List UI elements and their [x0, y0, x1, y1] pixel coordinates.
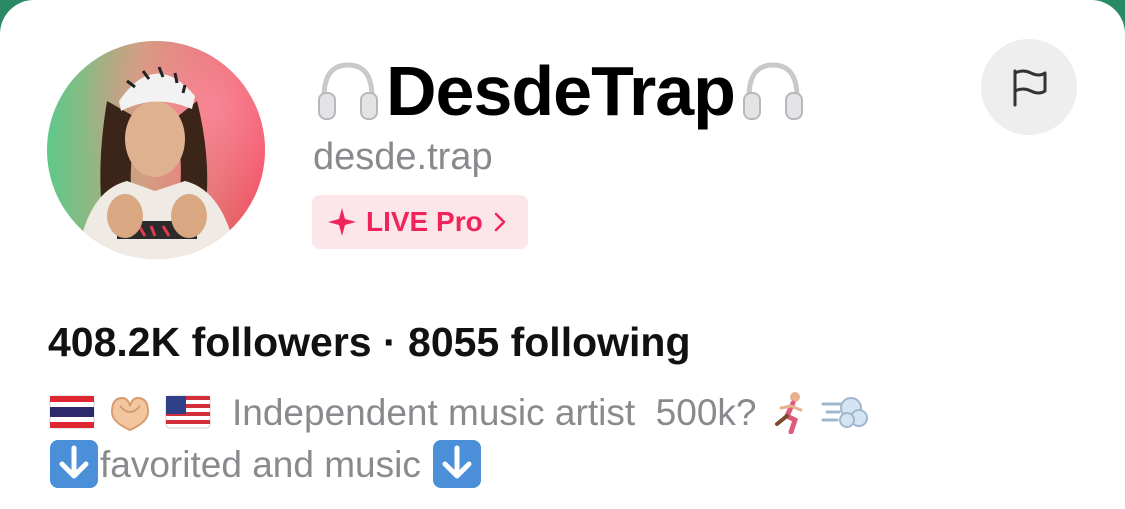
running-man-icon: [774, 392, 802, 434]
display-name-row: DesdeTrap: [314, 48, 807, 134]
chevron-right-icon: [494, 212, 505, 232]
dash-icon: [821, 397, 868, 428]
headphones-icon: [318, 62, 378, 120]
heart-hands-icon: [110, 396, 150, 432]
username-handle: desde.trap: [313, 136, 493, 178]
bio-line-2: favorited and music: [48, 438, 483, 490]
bio-line-2-text: favorited and music: [100, 443, 421, 485]
profile-card: DesdeTrap desde.trap LIVE Pro 408.2K fol…: [0, 0, 1125, 509]
report-button[interactable]: [981, 39, 1077, 135]
display-name: DesdeTrap: [386, 52, 736, 130]
down-arrow-icon: [50, 440, 98, 488]
bio-line-1: Independent music artist 500k?: [48, 390, 869, 434]
down-arrow-icon: [432, 440, 481, 488]
sparkle-icon: [328, 208, 356, 236]
usa-flag-icon: [165, 395, 211, 429]
follow-stats[interactable]: 408.2K followers · 8055 following: [48, 322, 691, 363]
headphones-icon: [742, 62, 803, 120]
flag-icon: [1013, 69, 1047, 107]
avatar[interactable]: [47, 41, 265, 259]
live-pro-label: LIVE Pro: [366, 206, 483, 237]
live-pro-badge[interactable]: LIVE Pro: [312, 195, 528, 249]
bio-line-1-text: Independent music artist 500k?: [232, 391, 757, 433]
thailand-flag-icon: [49, 395, 95, 429]
